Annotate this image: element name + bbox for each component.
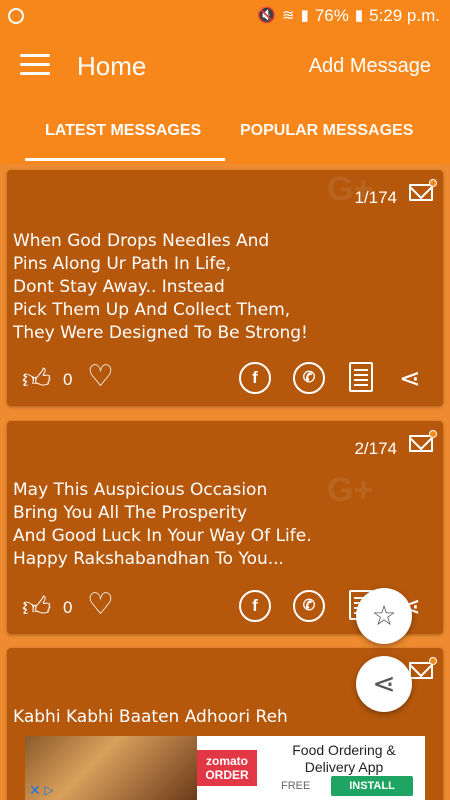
ad-title: Food Ordering & Delivery App <box>292 742 396 775</box>
app-bar: Home Add Message <box>0 32 450 98</box>
hamburger-menu-icon[interactable] <box>20 54 50 76</box>
facebook-share-icon[interactable]: f <box>239 362 271 394</box>
ad-price: FREE <box>281 780 311 792</box>
like-count: 0 <box>63 370 73 389</box>
app-notification-icon <box>8 8 24 24</box>
tab-latest-messages[interactable]: LATEST MESSAGES <box>45 122 201 140</box>
mail-notification-dot <box>429 657 437 665</box>
status-bar: 🔇 ≋ ▮ 76% ▮ 5:29 p.m. <box>0 0 450 32</box>
mail-notification-dot <box>429 430 437 438</box>
wifi-icon: ≋ <box>281 7 295 24</box>
ad-install-button[interactable]: INSTALL <box>331 776 413 796</box>
message-counter: 1/174 <box>354 188 397 207</box>
mute-icon: 🔇 <box>257 7 276 24</box>
whatsapp-share-icon[interactable]: ✆ <box>293 590 325 622</box>
battery-icon: ▮ <box>354 7 364 24</box>
ad-brand-name: zomato <box>206 754 248 768</box>
share-fab-button[interactable]: ⋖ <box>356 656 412 712</box>
signal-icon: ▮ <box>300 7 309 24</box>
message-text: When God Drops Needles And Pins Along Ur… <box>13 231 308 343</box>
mail-notification-dot <box>429 179 437 187</box>
copy-text-icon[interactable] <box>349 362 373 392</box>
page-title: Home <box>77 51 147 81</box>
tab-bar: LATEST MESSAGES POPULAR MESSAGES <box>0 98 450 164</box>
like-count: 0 <box>63 598 73 617</box>
message-counter: 2/174 <box>354 439 397 458</box>
add-message-button[interactable]: Add Message <box>309 55 431 78</box>
message-text: Kabhi Kabhi Baaten Adhoori Reh <box>13 707 288 727</box>
facebook-share-icon[interactable]: f <box>239 590 271 622</box>
heart-icon[interactable]: ♡ <box>87 590 114 620</box>
mail-icon[interactable] <box>409 662 433 679</box>
whatsapp-share-icon[interactable]: ✆ <box>293 362 325 394</box>
message-text: May This Auspicious Occasion Bring You A… <box>13 480 312 569</box>
ad-banner[interactable]: zomato ORDER Food Ordering & Delivery Ap… <box>25 736 425 800</box>
ad-info-icon[interactable]: ▷ <box>41 782 57 798</box>
mail-icon[interactable] <box>409 435 433 452</box>
favorite-star-button[interactable]: ☆ <box>356 588 412 644</box>
heart-icon[interactable]: ♡ <box>87 362 114 392</box>
status-icons: 🔇 ≋ ▮ 76% ▮ 5:29 p.m. <box>257 6 440 26</box>
card-actions: 👍︎ 0 ♡ f ✆ ⋖ <box>7 362 443 398</box>
tab-popular-messages[interactable]: POPULAR MESSAGES <box>240 122 413 140</box>
background-pattern: G+ <box>327 471 374 509</box>
clock: 5:29 p.m. <box>369 6 440 25</box>
share-icon[interactable]: ⋖ <box>399 363 421 393</box>
thumbs-up-icon[interactable]: 👍︎ <box>22 592 51 622</box>
battery-level: 76% <box>314 6 349 25</box>
ad-brand-logo[interactable]: zomato ORDER <box>197 750 257 786</box>
mail-icon[interactable] <box>409 184 433 201</box>
ad-brand-sub: ORDER <box>205 768 249 782</box>
tab-indicator <box>25 158 225 161</box>
thumbs-up-icon[interactable]: 👍︎ <box>22 364 51 394</box>
message-card: G+ 1/174 When God Drops Needles And Pins… <box>7 170 443 406</box>
